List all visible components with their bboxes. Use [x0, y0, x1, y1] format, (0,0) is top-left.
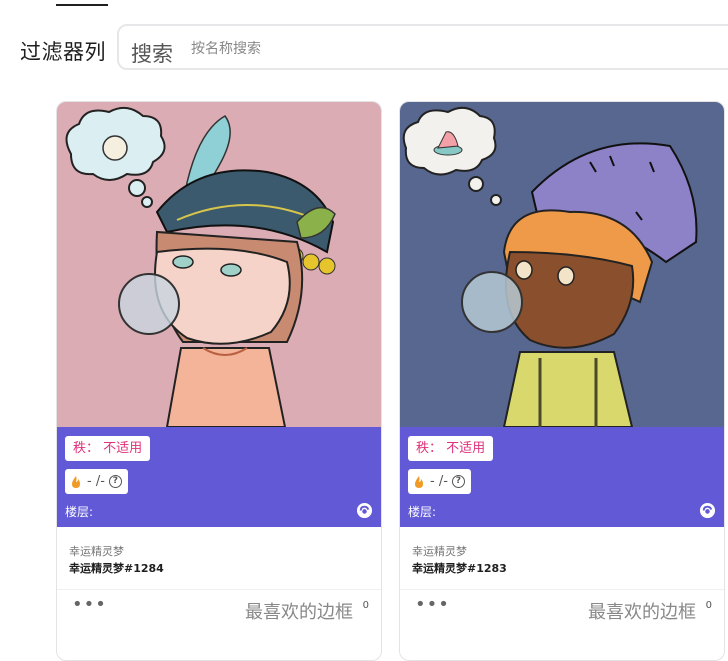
more-icon[interactable]: •••: [415, 594, 450, 615]
stats-text: - /-: [87, 474, 105, 489]
name-area: 幸运精灵梦 幸运精灵梦#1284: [57, 527, 381, 590]
favorite-count: 0: [705, 600, 712, 611]
flame-icon: [415, 475, 423, 488]
stats-badge: - /- ?: [65, 469, 128, 494]
rarity-badge: 秩： 不适用: [65, 436, 151, 461]
stats-badge: - /- ?: [408, 469, 471, 494]
active-tab-indicator: [56, 4, 108, 6]
info-band: 秩： 不适用 - /- ? 楼层:: [57, 427, 381, 527]
favorite-button[interactable]: 最喜欢的边框: [588, 598, 696, 624]
help-icon[interactable]: ?: [451, 475, 465, 488]
item-name[interactable]: 幸运精灵梦#1283: [412, 560, 507, 576]
nft-image[interactable]: [400, 102, 724, 427]
search-label: 搜索: [131, 42, 173, 66]
refresh-swirl-icon[interactable]: [356, 502, 373, 519]
help-icon[interactable]: ?: [108, 475, 122, 488]
search-bar[interactable]: 搜索: [117, 24, 728, 70]
search-input[interactable]: [189, 36, 593, 62]
favorite-button[interactable]: 最喜欢的边框: [245, 598, 353, 624]
name-area: 幸运精灵梦 幸运精灵梦#1283: [400, 527, 724, 590]
nft-card[interactable]: 秩： 不适用 - /- ? 楼层: 幸运精灵梦 幸运精灵梦#1283 ••• 最…: [399, 101, 725, 661]
stats-text: - /-: [430, 474, 448, 489]
collection-name[interactable]: 幸运精灵梦: [69, 543, 124, 559]
flame-icon: [72, 475, 80, 488]
collection-name[interactable]: 幸运精灵梦: [412, 543, 467, 559]
filter-label[interactable]: 过滤器列: [20, 36, 106, 66]
floor-label: 楼层:: [408, 505, 437, 519]
nft-image[interactable]: [57, 102, 381, 427]
rarity-badge: 秩： 不适用: [408, 436, 494, 461]
floor-label: 楼层:: [65, 505, 94, 519]
nft-card[interactable]: 秩： 不适用 - /- ? 楼层: 幸运精灵梦 幸运精灵梦#1284 ••• 最…: [56, 101, 382, 661]
refresh-swirl-icon[interactable]: [699, 502, 716, 519]
more-icon[interactable]: •••: [72, 594, 107, 615]
favorite-count: 0: [362, 600, 369, 611]
item-name[interactable]: 幸运精灵梦#1284: [69, 560, 164, 576]
info-band: 秩： 不适用 - /- ? 楼层:: [400, 427, 724, 527]
